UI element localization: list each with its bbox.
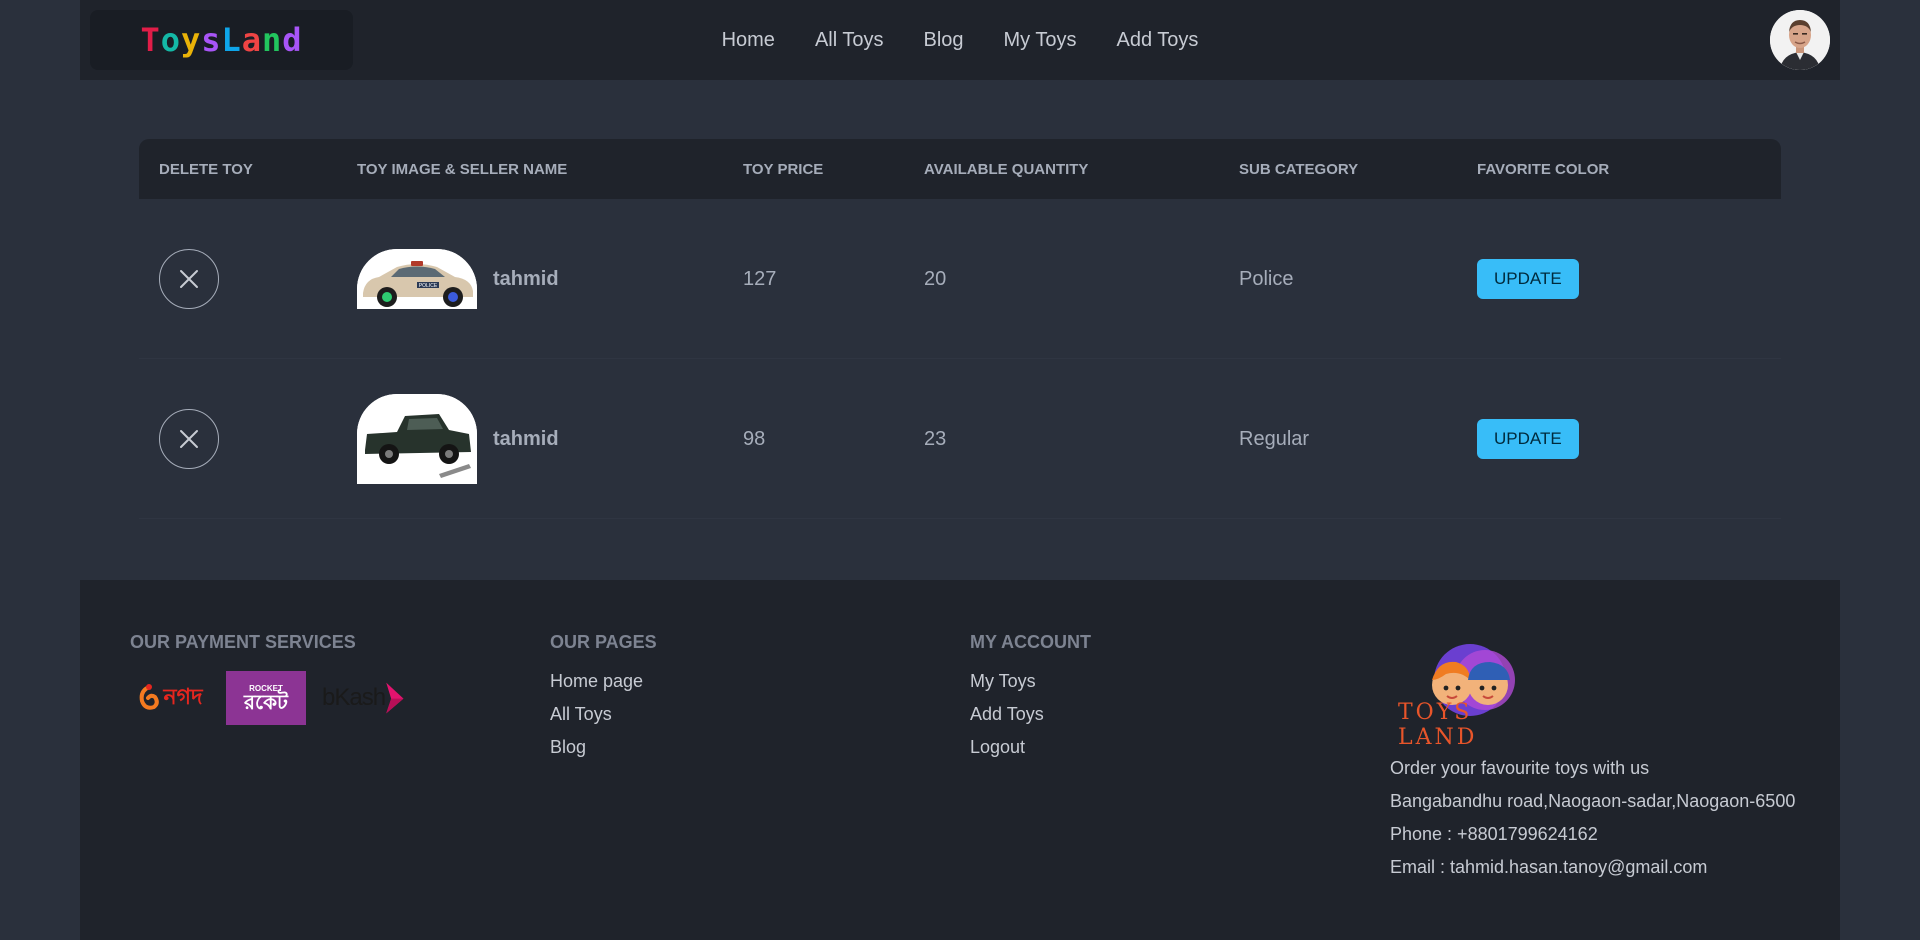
nav-my-toys[interactable]: My Toys	[1004, 29, 1077, 52]
footer-phone: Phone : +8801799624162	[1390, 824, 1598, 844]
brand-letter: L	[221, 21, 242, 59]
avatar-photo-icon	[1770, 10, 1830, 70]
header-delete: Delete Toy	[159, 160, 253, 178]
close-icon	[180, 430, 198, 448]
police-car-icon: POLICE	[357, 249, 477, 309]
nagad-logo: নগদ	[130, 671, 210, 725]
footer-link-logout[interactable]: Logout	[970, 737, 1091, 758]
footer-link-blog[interactable]: Blog	[550, 737, 657, 758]
brand-letter: n	[262, 21, 283, 59]
toy-quantity: 20	[924, 267, 947, 290]
update-button[interactable]: UPDATE	[1477, 259, 1579, 299]
bkash-bird-icon	[386, 682, 404, 714]
header-subcategory: Sub Category	[1239, 160, 1359, 178]
footer-logo: TOYS LAND	[1390, 640, 1550, 750]
rocket-logo: ROCKET রকেট	[226, 671, 306, 725]
delete-button[interactable]	[159, 249, 219, 309]
rocket-logo-subtext: রকেট	[244, 691, 288, 714]
footer-link-all-toys[interactable]: All Toys	[550, 704, 657, 725]
user-avatar[interactable]	[1770, 10, 1830, 70]
pickup-truck-icon	[357, 394, 477, 484]
footer-link-home[interactable]: Home page	[550, 671, 657, 692]
footer-account-title: My Account	[970, 632, 1091, 652]
toy-price: 127	[743, 267, 777, 290]
footer-link-my-toys[interactable]: My Toys	[970, 671, 1091, 692]
seller-name: tahmid	[493, 267, 559, 290]
delete-button[interactable]	[159, 409, 219, 469]
brand-letter: T	[140, 21, 161, 59]
footer-account-column: My Account My Toys Add Toys Logout	[970, 632, 1091, 770]
footer-pages-column: Our Pages Home page All Toys Blog	[550, 632, 657, 770]
footer-tagline: Order your favourite toys with us	[1390, 758, 1650, 778]
footer-payment-column: Our Payment Services নগদ ROCKET রকেট bKa…	[130, 632, 406, 725]
table-row: tahmid 98 23 Regular UPDATE	[139, 359, 1781, 519]
toy-image: POLICE	[357, 249, 477, 309]
toy-price: 98	[743, 427, 766, 450]
nav-blog[interactable]: Blog	[923, 29, 963, 52]
navbar: T o y s L a n d Home All Toys Blog My To…	[80, 0, 1840, 80]
bkash-logo-text: bKash	[322, 684, 386, 711]
brand-letter: s	[201, 21, 222, 59]
footer-logo-text: TOYS LAND	[1398, 700, 1478, 750]
brand-letter: y	[180, 21, 202, 59]
nav-add-toys[interactable]: Add Toys	[1117, 29, 1199, 52]
brand-logo[interactable]: T o y s L a n d	[90, 10, 353, 70]
footer-payment-title: Our Payment Services	[130, 632, 356, 652]
brand-letter: a	[241, 21, 263, 59]
footer-link-add-toys[interactable]: Add Toys	[970, 704, 1091, 725]
footer: Our Payment Services নগদ ROCKET রকেট bKa…	[80, 580, 1840, 940]
footer-pages-title: Our Pages	[550, 632, 657, 652]
payment-logos: নগদ ROCKET রকেট bKash	[130, 671, 406, 725]
update-button[interactable]: UPDATE	[1477, 419, 1579, 459]
header-quantity: Available Quantity	[924, 160, 1089, 178]
svg-text:POLICE: POLICE	[419, 283, 438, 289]
brand-letter: d	[282, 21, 303, 59]
toy-quantity: 23	[924, 427, 947, 450]
nagad-logo-text: নগদ	[163, 683, 203, 709]
brand-letter: o	[160, 21, 181, 59]
nav-home[interactable]: Home	[722, 29, 775, 52]
footer-info-column: TOYS LAND Order your favourite toys with…	[1390, 640, 1795, 890]
table-row: POLICE tahmid 127 20 Police UPDATE	[139, 199, 1781, 359]
seller-name: tahmid	[493, 427, 559, 450]
footer-email: Email : tahmid.hasan.tanoy@gmail.com	[1390, 857, 1708, 877]
close-icon	[180, 270, 198, 288]
footer-address: Bangabandhu road,Naogaon-sadar,Naogaon-6…	[1390, 791, 1796, 811]
nav-all-toys[interactable]: All Toys	[815, 29, 884, 52]
table-header: Delete Toy Toy Image & Seller Name Toy P…	[139, 139, 1781, 199]
header-color: Favorite Color	[1477, 160, 1610, 178]
toy-subcategory: Police	[1239, 267, 1294, 290]
bkash-logo: bKash	[322, 671, 406, 725]
header-price: Toy Price	[743, 160, 824, 178]
toy-image	[357, 394, 477, 484]
nagad-swirl-icon	[140, 684, 160, 710]
toy-subcategory: Regular	[1239, 427, 1310, 450]
header-image-seller: Toy Image & Seller Name	[357, 160, 568, 178]
my-toys-table: Delete Toy Toy Image & Seller Name Toy P…	[139, 139, 1781, 519]
